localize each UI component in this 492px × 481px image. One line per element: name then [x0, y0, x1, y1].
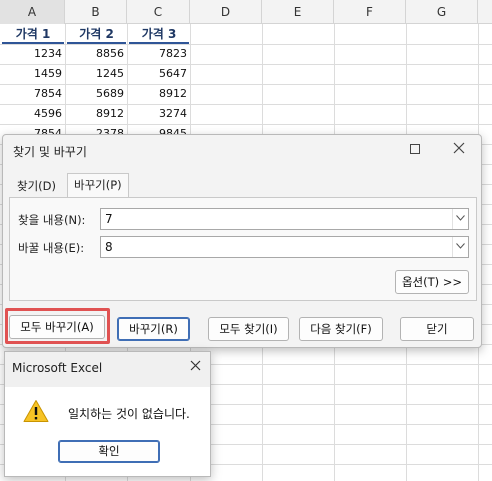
replace-with-value: 8 — [105, 240, 113, 254]
find-replace-dialog: 찾기 및 바꾸기 찾기(D) 바꾸기(P) 찾을 내용(N): 7 바꿀 내용(… — [2, 134, 482, 348]
table-cell[interactable]: 2378 — [65, 124, 127, 134]
replace-button[interactable]: 바꾸기(R) — [117, 317, 190, 341]
find-what-field[interactable]: 7 — [100, 208, 469, 230]
message-box-body: 일치하는 것이 없습니다. 확인 — [5, 387, 210, 476]
chevron-down-icon[interactable] — [452, 237, 468, 257]
find-all-button[interactable]: 모두 찾기(I) — [208, 317, 289, 341]
table-cell[interactable]: 1234 — [0, 44, 65, 64]
table-cell[interactable]: 8912 — [127, 84, 190, 104]
table-cell[interactable]: 4596 — [0, 104, 65, 124]
close-icon[interactable] — [447, 139, 471, 161]
column-header-row: A B C D E F G — [0, 0, 492, 24]
replace-tab-panel: 찾을 내용(N): 7 바꿀 내용(E): 8 옵션(T) >> — [9, 197, 477, 301]
table-cell[interactable]: 9845 — [127, 124, 190, 134]
tab-replace[interactable]: 바꾸기(P) — [67, 173, 129, 198]
table-cell[interactable]: 8856 — [65, 44, 127, 64]
message-box-title: Microsoft Excel — [12, 361, 103, 375]
table-header-cell[interactable]: 가격 1 — [2, 24, 64, 44]
table-cell[interactable]: 5689 — [65, 84, 127, 104]
column-header-g[interactable]: G — [406, 0, 478, 24]
options-button[interactable]: 옵션(T) >> — [395, 270, 469, 294]
column-header-a[interactable]: A — [0, 0, 65, 24]
table-cell[interactable]: 1459 — [0, 64, 65, 84]
column-header-c[interactable]: C — [127, 0, 190, 24]
find-what-label: 찾을 내용(N): — [18, 213, 86, 227]
replace-with-field[interactable]: 8 — [100, 236, 469, 258]
close-icon[interactable] — [186, 358, 204, 376]
message-text: 일치하는 것이 없습니다. — [68, 407, 190, 421]
column-header-d[interactable]: D — [190, 0, 262, 24]
maximize-icon[interactable] — [403, 139, 427, 161]
dialog-title: 찾기 및 바꾸기 — [13, 145, 87, 159]
replace-with-label: 바꿀 내용(E): — [18, 241, 85, 255]
table-cell[interactable]: 5647 — [127, 64, 190, 84]
find-next-button[interactable]: 다음 찾기(F) — [299, 317, 383, 341]
table-cell[interactable]: 3274 — [127, 104, 190, 124]
close-button[interactable]: 닫기 — [400, 317, 474, 341]
ok-button[interactable]: 확인 — [58, 440, 160, 463]
table-header-cell[interactable]: 가격 3 — [129, 24, 189, 44]
table-cell[interactable]: 1245 — [65, 64, 127, 84]
table-cell[interactable]: 8912 — [65, 104, 127, 124]
column-header-b[interactable]: B — [65, 0, 127, 24]
table-cell[interactable]: 7854 — [0, 124, 65, 134]
tab-find[interactable]: 찾기(D) — [11, 175, 62, 198]
find-what-value: 7 — [105, 212, 113, 226]
chevron-down-icon[interactable] — [452, 209, 468, 229]
message-box: Microsoft Excel 일치하는 것이 없습니다. 확인 — [4, 351, 211, 477]
column-header-e[interactable]: E — [262, 0, 334, 24]
table-cell[interactable]: 7823 — [127, 44, 190, 64]
highlight-box — [5, 308, 110, 344]
column-header-f[interactable]: F — [334, 0, 406, 24]
warning-icon — [23, 399, 49, 426]
table-header-cell[interactable]: 가격 2 — [67, 24, 126, 44]
table-cell[interactable]: 7854 — [0, 84, 65, 104]
